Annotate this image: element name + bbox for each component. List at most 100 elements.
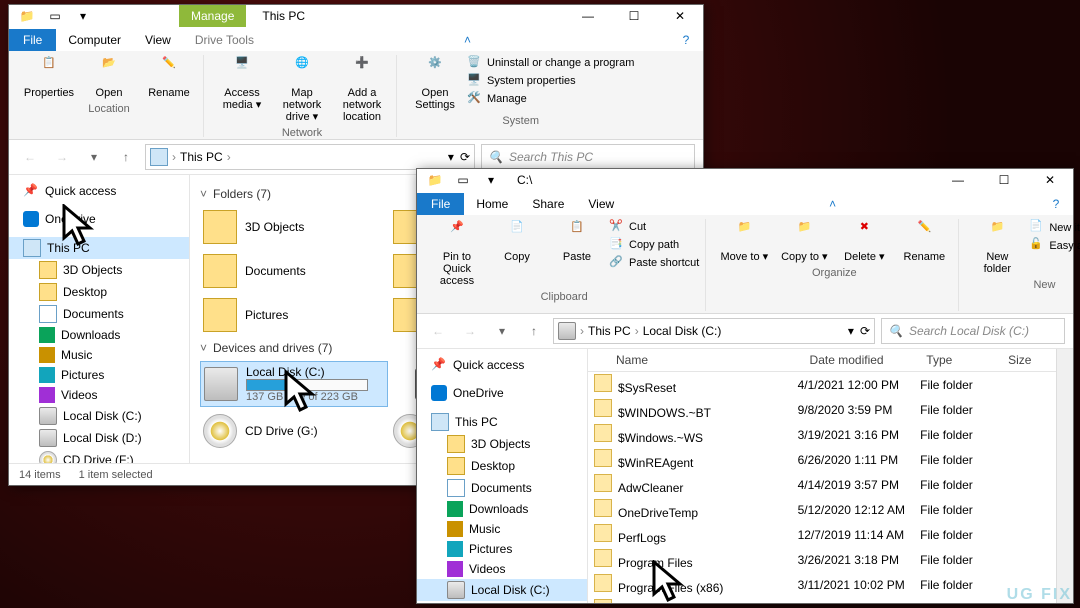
scrollbar[interactable] bbox=[1056, 349, 1073, 603]
minimize-button[interactable]: — bbox=[935, 166, 981, 194]
tree-item[interactable]: Pictures bbox=[9, 365, 189, 385]
context-tab-manage[interactable]: Manage bbox=[179, 5, 246, 27]
easy-access-button[interactable]: 🔓Easy access ▾ bbox=[1029, 237, 1080, 253]
copy-to-button[interactable]: 📁Copy to ▾ bbox=[776, 219, 832, 265]
tab-view[interactable]: View bbox=[576, 193, 626, 215]
delete-button[interactable]: ✖Delete ▾ bbox=[836, 219, 892, 265]
tree-item[interactable]: Downloads bbox=[9, 325, 189, 345]
copy-path-button[interactable]: 📑Copy path bbox=[609, 237, 699, 253]
ribbon-collapse-icon[interactable]: ˄ bbox=[456, 29, 478, 51]
access-media-button[interactable]: 🖥️Access media ▾ bbox=[214, 55, 270, 125]
column-headers[interactable]: Name Date modified Type Size bbox=[588, 349, 1056, 372]
tree-item[interactable]: Music bbox=[417, 519, 587, 539]
help-icon[interactable]: ? bbox=[1045, 193, 1067, 215]
map-drive-button[interactable]: 🌐Map network drive ▾ bbox=[274, 55, 330, 125]
new-folder-button[interactable]: 📁New folder bbox=[969, 219, 1025, 277]
tree-onedrive[interactable]: OneDrive bbox=[417, 383, 587, 403]
folder-tile[interactable]: Documents bbox=[200, 251, 366, 291]
tab-view[interactable]: View bbox=[133, 29, 183, 51]
tree-item[interactable]: Pictures bbox=[417, 539, 587, 559]
help-icon[interactable]: ? bbox=[675, 29, 697, 51]
dropdown-icon[interactable]: ▾ bbox=[848, 324, 854, 338]
tab-file[interactable]: File bbox=[417, 193, 464, 215]
tree-item[interactable]: Downloads bbox=[417, 499, 587, 519]
tab-file[interactable]: File bbox=[9, 29, 56, 51]
maximize-button[interactable]: ☐ bbox=[611, 2, 657, 30]
close-button[interactable]: ✕ bbox=[657, 2, 703, 30]
properties-button[interactable]: 📋Properties bbox=[21, 55, 77, 101]
col-name[interactable]: Name bbox=[588, 353, 804, 367]
file-row[interactable]: PerfLogs12/7/2019 11:14 AMFile folder bbox=[588, 522, 1056, 547]
qat-item[interactable]: ▭ bbox=[43, 5, 67, 27]
add-network-button[interactable]: ➕Add a network location bbox=[334, 55, 390, 125]
tree-item[interactable]: 3D Objects bbox=[417, 433, 587, 455]
address-bar[interactable]: › This PC › ▾ ⟳ bbox=[145, 144, 475, 170]
tab-home[interactable]: Home bbox=[464, 193, 520, 215]
file-row[interactable]: $SysReset4/1/2021 12:00 PMFile folder bbox=[588, 372, 1056, 397]
tree-item[interactable]: Local Disk (D:) bbox=[417, 601, 587, 603]
system-properties-button[interactable]: 🖥️System properties bbox=[467, 73, 634, 89]
address-bar[interactable]: › This PC › Local Disk (C:) ▾ ⟳ bbox=[553, 318, 875, 344]
maximize-button[interactable]: ☐ bbox=[981, 166, 1027, 194]
cut-button[interactable]: ✂️Cut bbox=[609, 219, 699, 235]
drive-local-c[interactable]: Local Disk (C:) 137 GB free of 223 GB bbox=[200, 361, 388, 407]
tree-item[interactable]: Documents bbox=[417, 477, 587, 499]
breadcrumb[interactable]: Local Disk (C:) bbox=[643, 324, 722, 338]
tree-item[interactable]: Videos bbox=[417, 559, 587, 579]
folder-tile[interactable]: Pictures bbox=[200, 295, 366, 335]
tree-item[interactable]: CD Drive (F:) bbox=[9, 449, 189, 463]
search-input[interactable]: 🔍 Search Local Disk (C:) bbox=[881, 318, 1065, 344]
nav-tree[interactable]: 📌Quick access OneDrive This PC 3D Object… bbox=[9, 175, 190, 463]
tree-item[interactable]: Videos bbox=[9, 385, 189, 405]
file-row[interactable]: $WinREAgent6/26/2020 1:11 PMFile folder bbox=[588, 447, 1056, 472]
tree-item[interactable]: Local Disk (C:) bbox=[417, 579, 587, 601]
file-row[interactable]: ProgramData3/4/2021 9:45 PMFile folder bbox=[588, 597, 1056, 603]
new-item-button[interactable]: 📄New item ▾ bbox=[1029, 219, 1080, 235]
qat-item[interactable]: ▭ bbox=[451, 169, 475, 191]
tree-onedrive[interactable]: OneDrive bbox=[9, 209, 189, 229]
file-row[interactable]: OneDriveTemp5/12/2020 12:12 AMFile folde… bbox=[588, 497, 1056, 522]
tree-item[interactable]: Desktop bbox=[417, 455, 587, 477]
file-row[interactable]: Program Files3/26/2021 3:18 PMFile folde… bbox=[588, 547, 1056, 572]
col-type[interactable]: Type bbox=[920, 353, 1002, 367]
qat-item[interactable]: ▾ bbox=[71, 5, 95, 27]
forward-button[interactable]: → bbox=[457, 318, 483, 344]
drive-cd[interactable]: CD Drive (G:) bbox=[200, 411, 366, 451]
back-button[interactable]: ← bbox=[17, 144, 43, 170]
paste-button[interactable]: 📋Paste bbox=[549, 219, 605, 289]
file-row[interactable]: Program Files (x86)3/11/2021 10:02 PMFil… bbox=[588, 572, 1056, 597]
tree-item[interactable]: Local Disk (C:) bbox=[9, 405, 189, 427]
tree-item[interactable]: Desktop bbox=[9, 281, 189, 303]
up-button[interactable]: ↑ bbox=[521, 318, 547, 344]
tree-quick-access[interactable]: 📌Quick access bbox=[417, 355, 587, 375]
file-list[interactable]: Name Date modified Type Size $SysReset4/… bbox=[588, 349, 1056, 603]
tab-share[interactable]: Share bbox=[520, 193, 576, 215]
dropdown-icon[interactable]: ▾ bbox=[448, 150, 454, 164]
file-row[interactable]: AdwCleaner4/14/2019 3:57 PMFile folder bbox=[588, 472, 1056, 497]
recent-locations-button[interactable]: ▾ bbox=[81, 144, 107, 170]
tree-this-pc[interactable]: This PC bbox=[9, 237, 189, 259]
search-input[interactable]: 🔍 Search This PC bbox=[481, 144, 695, 170]
tab-drive-tools[interactable]: Drive Tools bbox=[183, 29, 266, 51]
file-row[interactable]: $Windows.~WS3/19/2021 3:16 PMFile folder bbox=[588, 422, 1056, 447]
pin-button[interactable]: 📌Pin to Quick access bbox=[429, 219, 485, 289]
back-button[interactable]: ← bbox=[425, 318, 451, 344]
folder-tile[interactable]: 3D Objects bbox=[200, 207, 366, 247]
move-to-button[interactable]: 📁Move to ▾ bbox=[716, 219, 772, 265]
close-button[interactable]: ✕ bbox=[1027, 166, 1073, 194]
refresh-button[interactable]: ⟳ bbox=[860, 324, 870, 338]
manage-button[interactable]: 🛠️Manage bbox=[467, 91, 634, 107]
paste-shortcut-button[interactable]: 🔗Paste shortcut bbox=[609, 255, 699, 271]
forward-button[interactable]: → bbox=[49, 144, 75, 170]
copy-button[interactable]: 📄Copy bbox=[489, 219, 545, 289]
tree-item[interactable]: Local Disk (D:) bbox=[9, 427, 189, 449]
up-button[interactable]: ↑ bbox=[113, 144, 139, 170]
open-button[interactable]: 📂Open bbox=[81, 55, 137, 101]
tree-item[interactable]: 3D Objects bbox=[9, 259, 189, 281]
tree-this-pc[interactable]: This PC bbox=[417, 411, 587, 433]
uninstall-button[interactable]: 🗑️Uninstall or change a program bbox=[467, 55, 634, 71]
breadcrumb[interactable]: This PC bbox=[588, 324, 631, 338]
nav-tree[interactable]: 📌Quick access OneDrive This PC 3D Object… bbox=[417, 349, 588, 603]
col-size[interactable]: Size bbox=[1002, 353, 1056, 367]
col-date[interactable]: Date modified bbox=[804, 353, 921, 367]
